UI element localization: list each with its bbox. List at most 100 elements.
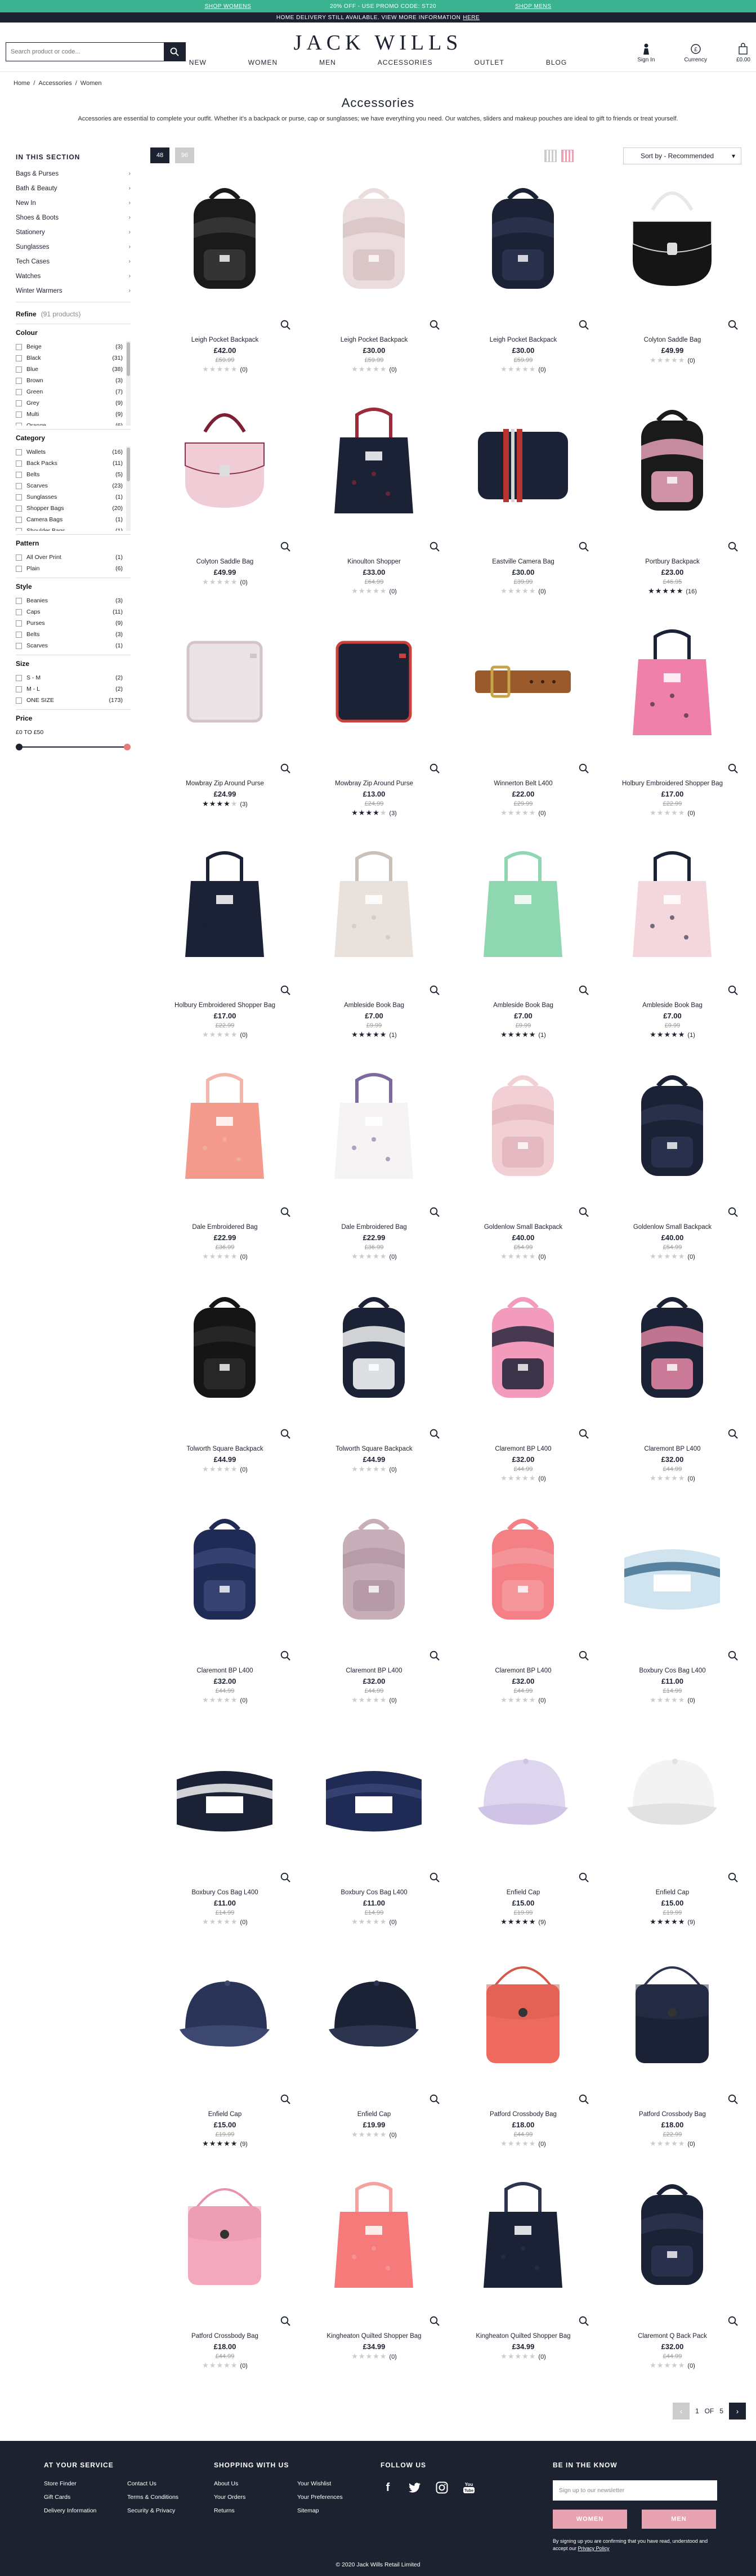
footer-link[interactable]: Terms & Conditions [127,2494,211,2501]
product-name[interactable]: Holbury Embroidered Shopper Bag [150,1002,299,1009]
filter-option[interactable]: Blue (38) [16,364,131,375]
zoom-icon[interactable] [728,985,738,995]
checkbox[interactable] [16,377,22,384]
section-link[interactable]: Stationery › [16,225,131,240]
product-card[interactable]: Claremont BP L400 £32.00 £44.99 ★★★★★ (0) [299,1505,449,1727]
filter-option[interactable]: All Over Print (1) [16,552,131,563]
zoom-icon[interactable] [728,542,738,552]
product-card[interactable]: Goldenlow Small Backpack £40.00 £54.99 ★★★★… [598,1062,747,1283]
newsletter-email-field[interactable]: Sign up to our newsletter [553,2480,717,2501]
product-image[interactable] [168,1505,281,1632]
product-card[interactable]: Claremont BP L400 £32.00 £44.99 ★★★★★ (0) [150,1505,299,1727]
zoom-icon[interactable] [430,320,440,330]
product-image[interactable] [317,1727,430,1854]
checkbox[interactable] [16,366,22,373]
product-image[interactable] [168,618,281,745]
breadcrumb-accessories[interactable]: Accessories [38,80,71,87]
product-name[interactable]: Goldenlow Small Backpack [449,1224,598,1231]
filter-option[interactable]: ONE SIZE (173) [16,695,131,706]
per-page-96[interactable]: 96 [175,147,194,163]
product-name[interactable]: Claremont BP L400 [449,1667,598,1674]
checkbox[interactable] [16,505,22,512]
nav-new[interactable]: NEW [168,59,227,66]
next-page-button[interactable]: › [729,2403,746,2420]
product-card[interactable]: Enfield Cap £19.99 ★★★★★ (0) [299,1949,449,2171]
zoom-icon[interactable] [728,763,738,773]
product-card[interactable]: Boxbury Cos Bag L400 £11.00 £14.99 ★★★★★ (0) [299,1727,449,1949]
zoom-icon[interactable] [280,320,290,330]
product-name[interactable]: Claremont BP L400 [150,1667,299,1674]
product-card[interactable]: Kingheaton Quilted Shopper Bag £34.99 ★★★★… [449,2171,598,2392]
footer-link[interactable]: Your Preferences [297,2494,381,2501]
scrollbar-thumb[interactable] [127,342,130,376]
product-card[interactable]: Leigh Pocket Backpack £30.00 £59.99 ★★★★★ (0… [299,175,449,396]
filter-option[interactable]: Orange (6) [16,420,131,426]
product-image[interactable] [616,840,728,967]
footer-link[interactable]: About Us [214,2480,297,2487]
product-image[interactable] [317,1283,430,1410]
product-name[interactable]: Claremont Q Back Pack [598,2333,747,2340]
product-image[interactable] [168,396,281,523]
filter-option[interactable]: Black (31) [16,352,131,364]
product-card[interactable]: Eastville Camera Bag £30.00 £39.99 ★★★★★ (0) [449,396,598,618]
product-image[interactable] [616,1727,728,1854]
newsletter-men-button[interactable]: MEN [642,2510,716,2529]
footer-link[interactable]: Your Orders [214,2494,297,2501]
product-card[interactable]: Winnerton Belt L400 £22.00 £29.99 ★★★★★ (0) [449,618,598,840]
product-name[interactable]: Winnerton Belt L400 [449,780,598,787]
checkbox[interactable] [16,449,22,455]
footer-link[interactable]: Gift Cards [44,2494,127,2501]
product-image[interactable] [168,1949,281,2076]
section-link[interactable]: Shoes & Boots › [16,211,131,225]
product-image[interactable] [467,1505,579,1632]
product-card[interactable]: Claremont Q Back Pack £32.00 £44.99 ★★★★★ (0… [598,2171,747,2392]
product-card[interactable]: Goldenlow Small Backpack £40.00 £54.99 ★★★★… [449,1062,598,1283]
product-card[interactable]: Tolworth Square Backpack £44.99 ★★★★★ (0) [150,1283,299,1505]
product-image[interactable] [317,1062,430,1188]
delivery-info-link[interactable]: HERE [463,15,480,21]
product-image[interactable] [616,618,728,745]
product-card[interactable]: Ambleside Book Bag £7.00 £9.99 ★★★★★ (1) [449,840,598,1062]
product-card[interactable]: Leigh Pocket Backpack £42.00 £59.99 ★★★★★ (0… [150,175,299,396]
product-name[interactable]: Claremont BP L400 [598,1446,747,1452]
filter-option[interactable]: Multi (9) [16,409,131,420]
product-name[interactable]: Kinoulton Shopper [299,558,449,565]
bag-button[interactable]: £0.00 [736,43,750,63]
facebook-icon[interactable]: f [381,2480,395,2495]
product-name[interactable]: Kingheaton Quilted Shopper Bag [449,2333,598,2340]
filter-option[interactable]: Camera Bags (1) [16,514,131,525]
product-name[interactable]: Leigh Pocket Backpack [299,337,449,343]
shop-mens-link[interactable]: SHOP MENS [515,3,551,10]
product-name[interactable]: Colyton Saddle Bag [150,558,299,565]
price-slider-min-handle[interactable] [16,744,23,750]
breadcrumb-home[interactable]: Home [14,80,30,87]
footer-link[interactable]: Your Wishlist [297,2480,381,2487]
checkbox[interactable] [16,620,22,627]
product-card[interactable]: Colyton Saddle Bag £49.99 ★★★★★ (0) [150,396,299,618]
filter-option[interactable]: Beige (3) [16,341,131,352]
product-image[interactable] [467,1727,579,1854]
footer-link[interactable]: Delivery Information [44,2507,127,2514]
product-card[interactable]: Ambleside Book Bag £7.00 £9.99 ★★★★★ (1) [299,840,449,1062]
filter-option[interactable]: Brown (3) [16,375,131,386]
zoom-icon[interactable] [579,320,589,330]
product-name[interactable]: Goldenlow Small Backpack [598,1224,747,1231]
product-image[interactable] [616,1949,728,2076]
zoom-icon[interactable] [280,1651,290,1661]
zoom-icon[interactable] [280,1872,290,1882]
section-link[interactable]: New In › [16,196,131,211]
product-name[interactable]: Ambleside Book Bag [299,1002,449,1009]
product-image[interactable] [317,1505,430,1632]
twitter-icon[interactable] [408,2480,422,2495]
product-name[interactable]: Ambleside Book Bag [449,1002,598,1009]
nav-outlet[interactable]: OUTLET [454,59,525,66]
checkbox[interactable] [16,388,22,395]
zoom-icon[interactable] [280,542,290,552]
checkbox[interactable] [16,343,22,350]
product-card[interactable]: Boxbury Cos Bag L400 £11.00 £14.99 ★★★★★ (0) [150,1727,299,1949]
footer-link[interactable]: Contact Us [127,2480,211,2487]
footer-link[interactable]: Returns [214,2507,297,2514]
product-image[interactable] [467,175,579,301]
product-image[interactable] [467,840,579,967]
zoom-icon[interactable] [430,763,440,773]
